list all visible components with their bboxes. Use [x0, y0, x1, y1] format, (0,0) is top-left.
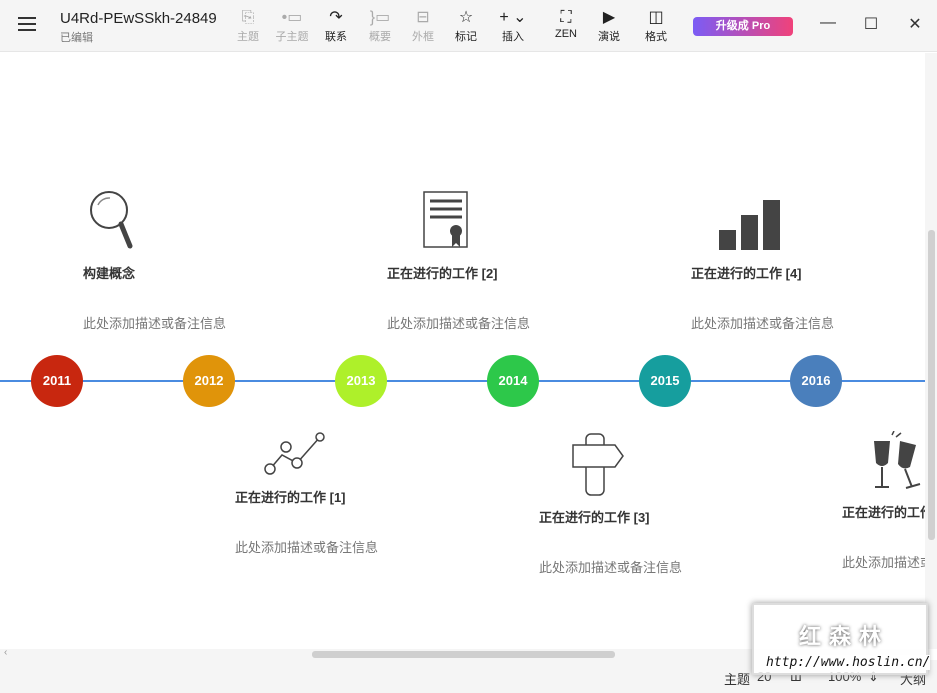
maximize-icon[interactable]: ☐: [861, 14, 881, 34]
relationship-label: 联系: [325, 31, 347, 43]
summary-label: 概要: [369, 31, 391, 43]
year-node-2012[interactable]: 2012: [183, 355, 235, 407]
minimize-icon[interactable]: —: [818, 14, 838, 32]
boundary-label: 外框: [412, 31, 434, 43]
year-node-2016[interactable]: 2016: [790, 355, 842, 407]
insert-button[interactable]: + ⌄ 插入: [490, 8, 536, 44]
magnifier-icon: [90, 191, 133, 249]
subtopic-icon: •▭: [281, 9, 303, 26]
menu-icon[interactable]: [18, 17, 36, 31]
topic-title[interactable]: 正在进行的工作 [5]: [842, 502, 925, 521]
watermark-url: http://www.hoslin.cn/: [766, 655, 931, 670]
topic-description[interactable]: 此处添加描述或备注信息: [83, 313, 226, 332]
marker-button[interactable]: ☆ 标记: [446, 8, 486, 44]
certificate-icon: [423, 191, 468, 248]
topic-icon: ⎘: [241, 9, 255, 26]
champagne-icon: [874, 431, 921, 489]
boundary-button[interactable]: ⊟ 外框: [403, 8, 443, 44]
format-icon: ◫: [648, 9, 664, 26]
title-bar: U4Rd-PEwSSkh-24849 已编辑 ⎘ 主题 •▭ 子主题 ↷ 联系 }▭ 概要 ⊟ 外…: [0, 0, 937, 52]
topic-button[interactable]: ⎘ 主题: [228, 8, 268, 44]
boundary-icon: ⊟: [416, 9, 430, 26]
year-node-2011[interactable]: 2011: [31, 355, 83, 407]
summary-icon: }▭: [369, 9, 391, 26]
zen-label: ZEN: [555, 28, 577, 40]
vertical-scroll-thumb[interactable]: [928, 230, 935, 540]
topic-description[interactable]: 此处添加描述或备注信息: [387, 313, 530, 332]
year-node-2013[interactable]: 2013: [335, 355, 387, 407]
format-label: 格式: [645, 31, 667, 43]
topic-label: 主题: [724, 672, 751, 687]
mindmap-canvas[interactable]: 2011 2012 2013 2014 2015 2016 构建概念此处添加描述或备注信息…: [0, 53, 925, 649]
subtopic-label: 子主题: [275, 31, 309, 43]
marker-icon: ☆: [458, 9, 474, 26]
topic-title[interactable]: 构建概念: [83, 263, 135, 282]
signpost-icon: [572, 433, 624, 496]
bar-chart-icon: [719, 200, 780, 250]
horizontal-scroll-thumb[interactable]: [312, 651, 615, 658]
topic-description[interactable]: 此处添加描述或备注信息: [539, 557, 682, 576]
zen-button[interactable]: ⛶ ZEN: [546, 8, 586, 40]
subtopic-button[interactable]: •▭ 子主题: [270, 8, 314, 44]
year-node-2014[interactable]: 2014: [487, 355, 539, 407]
vertical-scrollbar[interactable]: [925, 53, 937, 649]
topic-description[interactable]: 此处添加描述或备注信息: [691, 313, 834, 332]
presentation-button[interactable]: ▶ 演说: [589, 8, 629, 44]
topic-title[interactable]: 正在进行的工作 [4]: [691, 263, 802, 282]
relationship-button[interactable]: ↷ 联系: [316, 8, 356, 44]
presentation-icon: ▶: [602, 9, 616, 26]
document-title[interactable]: U4Rd-PEwSSkh-24849: [60, 10, 217, 27]
zen-icon: ⛶: [560, 9, 572, 26]
topic-title[interactable]: 正在进行的工作 [3]: [539, 507, 650, 526]
close-icon[interactable]: ✕: [905, 14, 925, 34]
topic-label: 主题: [237, 31, 259, 43]
topic-title[interactable]: 正在进行的工作 [2]: [387, 263, 498, 282]
upgrade-pro-button[interactable]: 升级成 Pro: [693, 17, 793, 36]
insert-label: 插入: [502, 31, 524, 43]
marker-label: 标记: [455, 31, 477, 43]
line-chart-icon: [264, 432, 325, 475]
relationship-icon: ↷: [329, 9, 343, 26]
summary-button[interactable]: }▭ 概要: [360, 8, 400, 44]
insert-icon: + ⌄: [499, 9, 527, 26]
watermark-text: 红森林: [799, 624, 890, 649]
watermark: 红森林 http://www.hoslin.cn/: [752, 603, 931, 675]
edit-status: 已编辑: [60, 32, 93, 44]
format-button[interactable]: ◫ 格式: [636, 8, 676, 44]
presentation-label: 演说: [598, 31, 620, 43]
timeline-axis: [0, 380, 925, 382]
topic-description[interactable]: 此处添加描述或备注信息: [235, 537, 378, 556]
topic-description[interactable]: 此处添加描述或备注信息: [842, 552, 925, 571]
year-node-2015[interactable]: 2015: [639, 355, 691, 407]
topic-title[interactable]: 正在进行的工作 [1]: [235, 487, 346, 506]
